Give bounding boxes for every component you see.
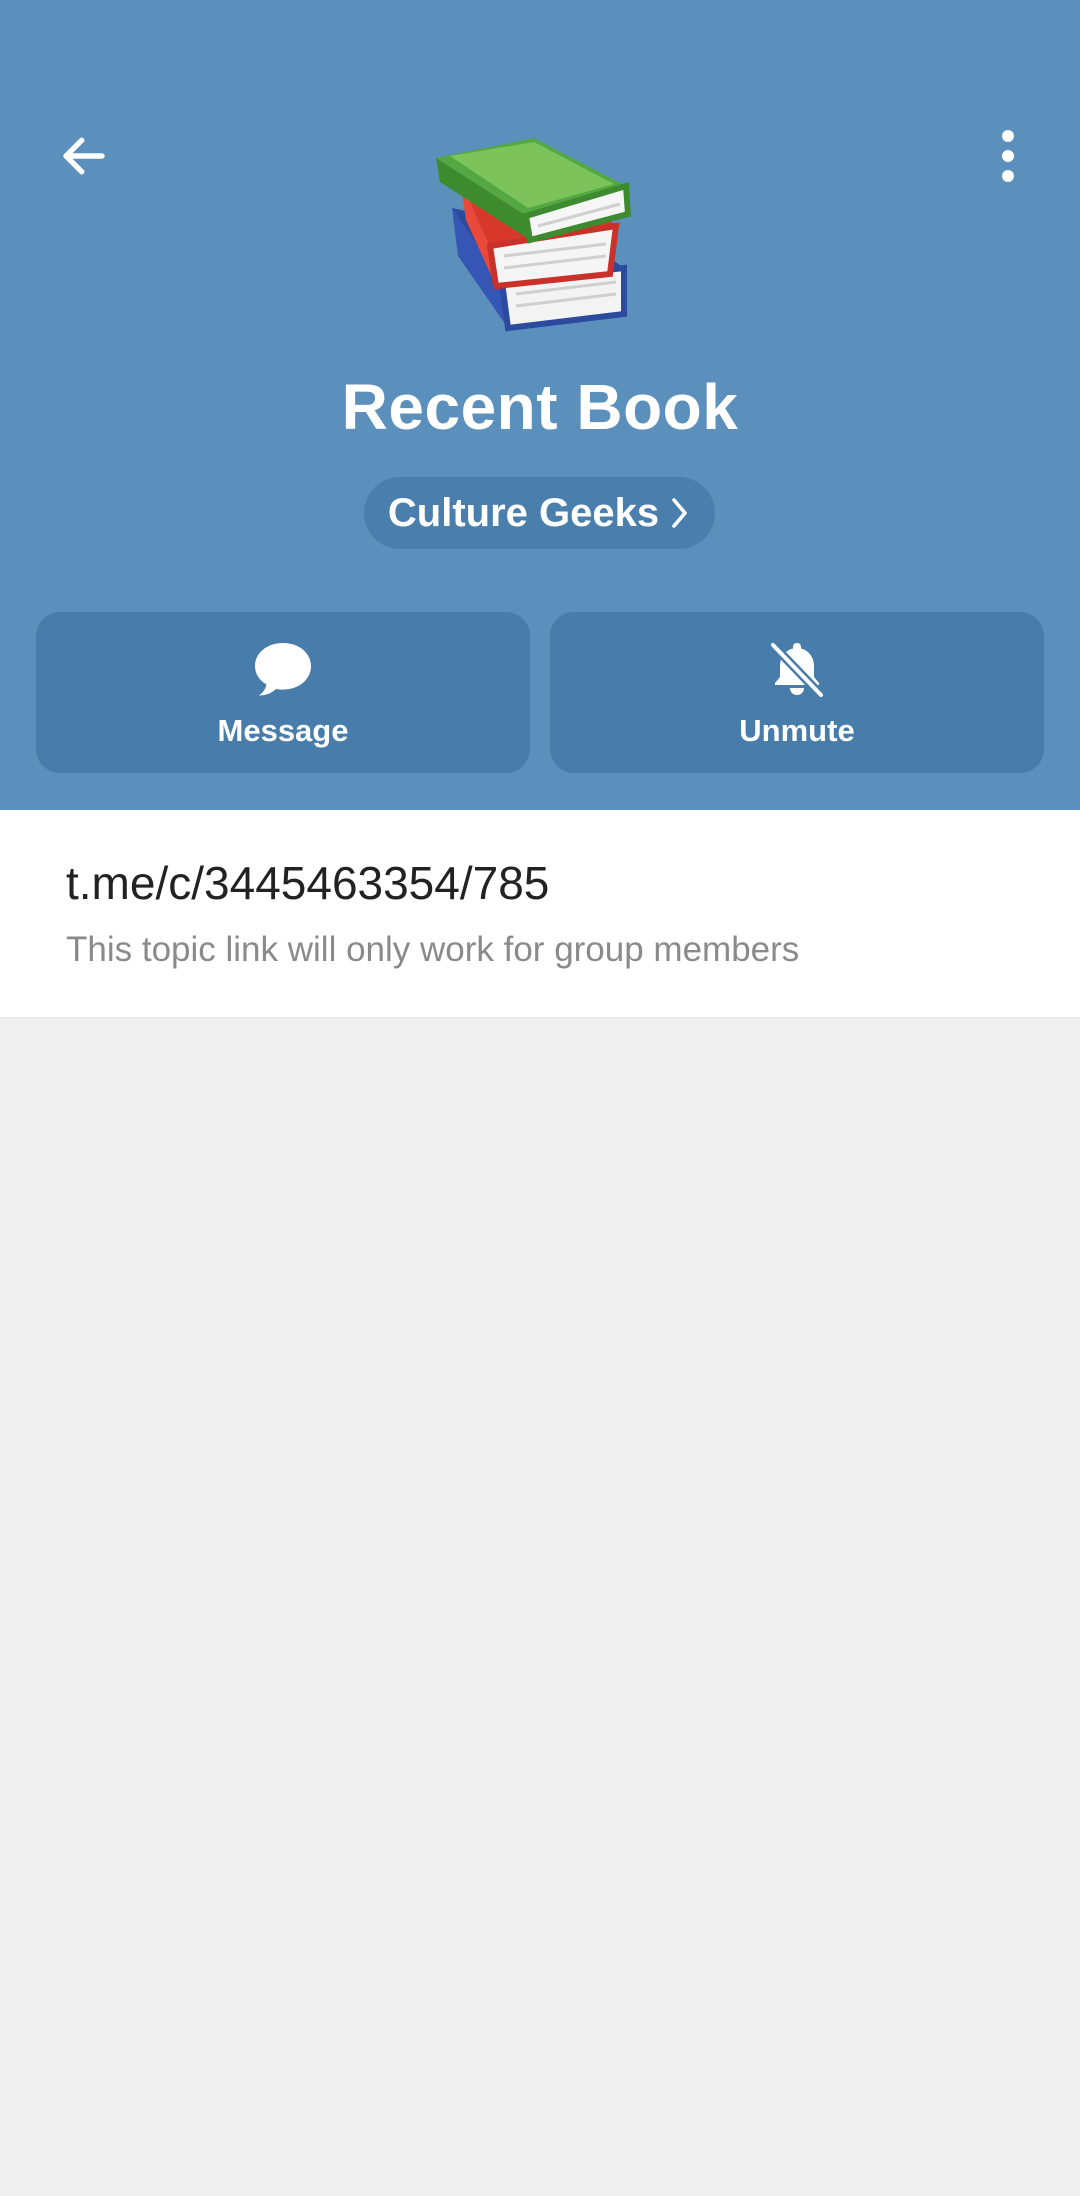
chat-bubble-icon (255, 642, 311, 695)
topic-title: Recent Book (341, 371, 739, 443)
group-name-chip[interactable]: Culture Geeks (364, 477, 715, 549)
topic-link[interactable]: t.me/c/3445463354/785 (66, 856, 549, 910)
back-button[interactable] (48, 120, 120, 192)
message-button[interactable]: Message (36, 612, 530, 773)
chevron-right-icon (669, 495, 691, 531)
more-options-button[interactable] (972, 120, 1044, 192)
arrow-left-icon (63, 137, 105, 175)
vertical-dots-icon (1002, 130, 1014, 182)
topic-header: Recent Book Culture Geeks Message Unmute (0, 0, 1080, 810)
topic-link-card[interactable]: t.me/c/3445463354/785 This topic link wi… (0, 810, 1080, 1018)
bell-off-icon (768, 640, 826, 699)
group-name-label: Culture Geeks (387, 490, 660, 535)
message-button-label: Message (217, 712, 349, 748)
books-emoji-icon (436, 138, 632, 332)
topic-link-description: This topic link will only work for group… (66, 930, 800, 969)
unmute-button-label: Unmute (739, 712, 855, 748)
unmute-button[interactable]: Unmute (550, 612, 1044, 773)
